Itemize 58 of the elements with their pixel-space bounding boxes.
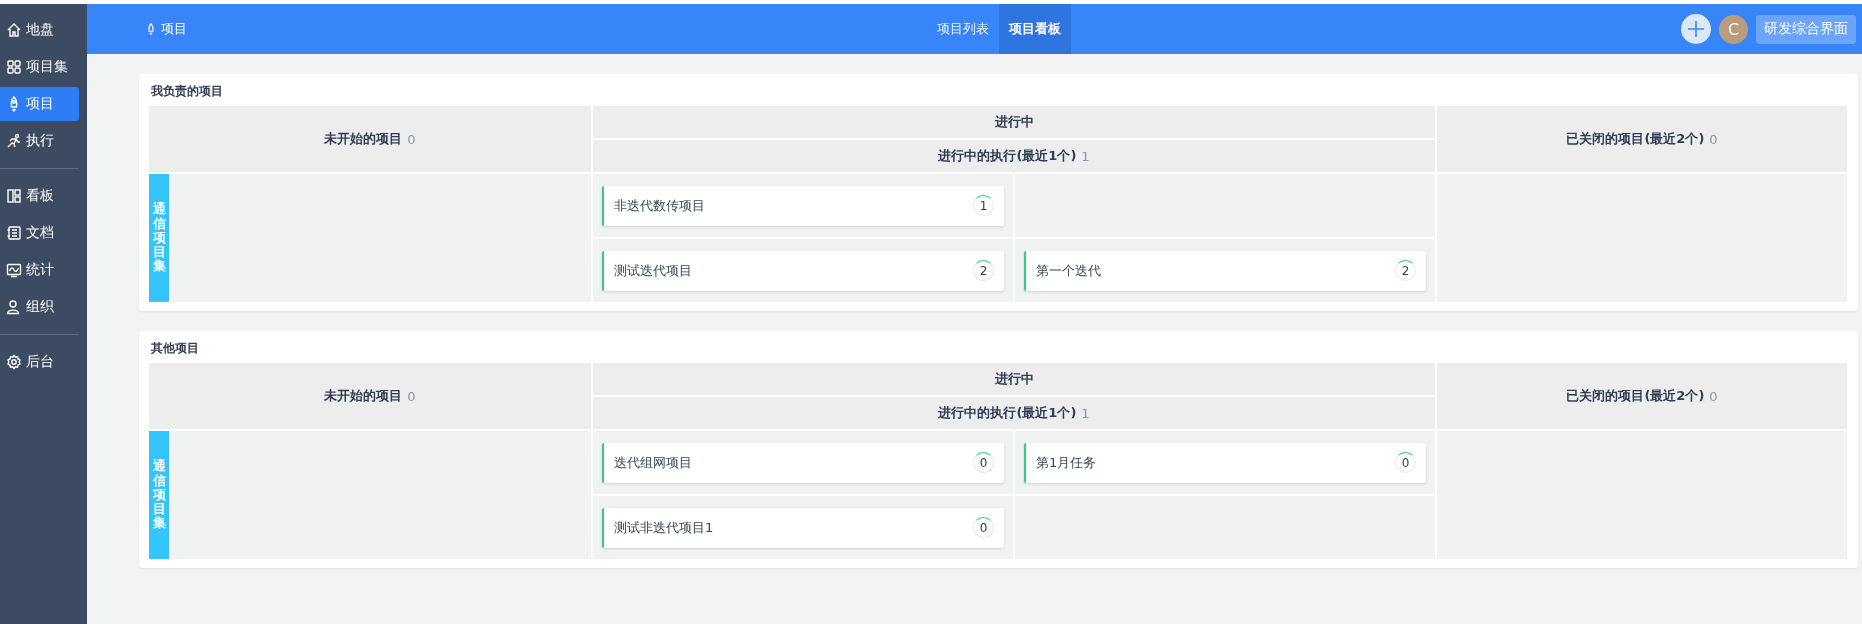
- document-icon: [6, 225, 22, 241]
- task-count: 2: [1401, 263, 1410, 278]
- task-count: 0: [1401, 455, 1410, 470]
- runner-icon: [6, 133, 22, 149]
- breadcrumb-link[interactable]: 项目: [145, 20, 187, 38]
- plus-icon: [1686, 19, 1706, 39]
- chart-icon: [6, 262, 22, 278]
- column-title: 未开始的项目: [324, 387, 403, 405]
- task-count: 0: [979, 520, 988, 535]
- board-icon: [6, 188, 22, 204]
- column-title: 已关闭的项目(最近2个): [1566, 130, 1705, 148]
- task-count: 1: [979, 198, 988, 213]
- column-count: 0: [1709, 131, 1718, 147]
- sidebar-item[interactable]: 文档: [0, 216, 79, 250]
- settings-icon: [6, 354, 22, 370]
- column-title: 未开始的项目: [324, 130, 403, 148]
- project-name: 测试迭代项目: [614, 261, 693, 280]
- view-tab[interactable]: 项目看板: [999, 4, 1071, 54]
- task-count: 0: [979, 455, 988, 470]
- execution-card[interactable]: 第1月任务 0: [1024, 442, 1426, 483]
- sidebar-item[interactable]: 看板: [0, 179, 79, 213]
- task-count: 2: [979, 263, 988, 278]
- column-title: 进行中: [994, 113, 1034, 131]
- section-title: 我负责的项目: [151, 83, 224, 100]
- project-name: 迭代组网项目: [614, 453, 693, 472]
- sidebar-item[interactable]: 统计: [0, 253, 79, 287]
- rocket-icon: [145, 23, 157, 35]
- sidebar-item[interactable]: 执行: [0, 124, 79, 158]
- column-title: 进行中的执行(最近1个): [938, 404, 1077, 422]
- project-name: 非迭代数传项目: [614, 196, 706, 215]
- project-name: 测试非迭代项目1: [614, 518, 715, 537]
- column-title: 进行中: [994, 370, 1034, 388]
- home-icon: [6, 22, 22, 38]
- column-count: 1: [1081, 148, 1090, 164]
- group-label: 通信项目集: [149, 174, 169, 302]
- sidebar-item[interactable]: 项目: [0, 87, 79, 121]
- grid-icon: [6, 59, 22, 75]
- project-card[interactable]: 测试非迭代项目1 0: [602, 507, 1004, 548]
- project-card[interactable]: 非迭代数传项目 1: [602, 185, 1004, 226]
- column-count: 1: [1081, 405, 1090, 421]
- column-title: 已关闭的项目(最近2个): [1566, 387, 1705, 405]
- execution-name: 第一个迭代: [1036, 261, 1102, 280]
- column-title: 进行中的执行(最近1个): [938, 147, 1077, 165]
- project-card[interactable]: 测试迭代项目 2: [602, 250, 1004, 291]
- sidebar-item[interactable]: 地盘: [0, 13, 79, 47]
- user-icon: [6, 299, 22, 315]
- group-label: 通信项目集: [149, 431, 169, 559]
- execution-card[interactable]: 第一个迭代 2: [1024, 250, 1426, 291]
- section-title: 其他项目: [151, 340, 200, 357]
- project-card[interactable]: 迭代组网项目 0: [602, 442, 1004, 483]
- sidebar-item[interactable]: 组织: [0, 290, 79, 324]
- column-count: 0: [407, 388, 416, 404]
- sidebar-item[interactable]: 后台: [0, 345, 79, 379]
- add-button[interactable]: [1681, 14, 1711, 44]
- execution-name: 第1月任务: [1036, 453, 1098, 472]
- column-count: 0: [407, 131, 416, 147]
- column-count: 0: [1709, 388, 1718, 404]
- sidebar-item[interactable]: 项目集: [0, 50, 79, 84]
